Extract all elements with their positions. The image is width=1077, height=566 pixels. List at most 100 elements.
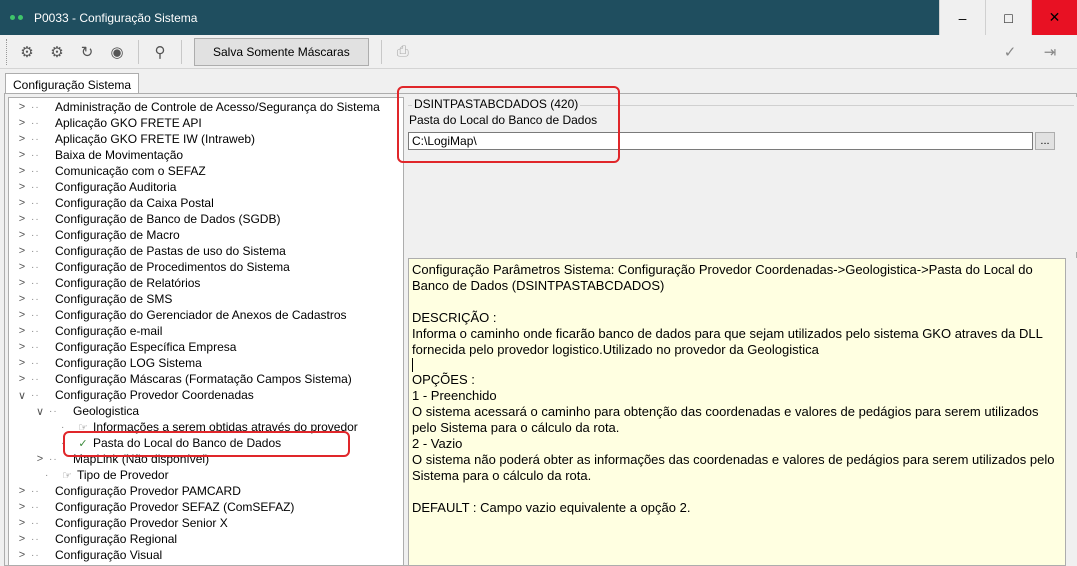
tree-connector: ·· bbox=[31, 309, 40, 321]
tree-connector: ·· bbox=[31, 229, 40, 241]
tab-configuracao-sistema[interactable]: Configuração Sistema bbox=[5, 73, 140, 95]
tree-item[interactable]: > ·· Configuração do Gerenciador de Anexos… bbox=[17, 307, 347, 323]
chevron-down-icon[interactable]: ∨ bbox=[35, 405, 45, 418]
exit-icon[interactable]: ⇥ bbox=[1038, 40, 1062, 64]
save-masks-button[interactable]: Salva Somente Máscaras bbox=[194, 37, 369, 66]
chevron-right-icon[interactable]: > bbox=[17, 181, 27, 193]
config-tree[interactable]: > ·· Administração de Controle de Acesso/S… bbox=[8, 97, 404, 566]
tree-item[interactable]: > ·· Baixa de Movimentação bbox=[17, 147, 183, 163]
gear-plus-icon[interactable]: ⚙ bbox=[15, 40, 39, 64]
chevron-right-icon[interactable]: > bbox=[17, 373, 27, 385]
tree-item[interactable]: > ·· Configuração da Caixa Postal bbox=[17, 195, 214, 211]
tree-item[interactable]: > ·· Configuração de Procedimentos do Sist… bbox=[17, 259, 290, 275]
refresh-icon[interactable]: ↻ bbox=[75, 40, 99, 64]
tree-item[interactable]: > ·· Configuração Específica Empresa bbox=[17, 339, 237, 355]
tree-item-label: Configuração Regional bbox=[55, 532, 178, 546]
tree-item-selected[interactable]: · ✓ Pasta do Local do Banco de Dados bbox=[61, 435, 282, 451]
maximize-icon: □ bbox=[1004, 9, 1013, 26]
chevron-right-icon[interactable]: > bbox=[17, 485, 27, 497]
description-path: Configuração Parâmetros Sistema: Configu… bbox=[412, 262, 1033, 293]
database-folder-input[interactable] bbox=[408, 132, 1033, 150]
chevron-right-icon[interactable]: > bbox=[35, 453, 45, 465]
chevron-right-icon[interactable]: > bbox=[17, 165, 27, 177]
chevron-right-icon[interactable]: > bbox=[17, 549, 27, 561]
tree-item[interactable]: > ·· Administração de Controle de Acesso/S… bbox=[17, 99, 380, 115]
tree-item[interactable]: > ·· Comunicação com o SEFAZ bbox=[17, 163, 206, 179]
toolbar-grip bbox=[6, 38, 12, 65]
tree-item-label: Configuração de Pastas de uso do Sistema bbox=[55, 244, 286, 258]
tree-item-expanded[interactable]: ∨ ·· Configuração Provedor Coordenadas bbox=[17, 387, 254, 403]
browse-button[interactable]: ... bbox=[1035, 132, 1055, 150]
chevron-right-icon[interactable]: > bbox=[17, 277, 27, 289]
tree-item-label: Configuração Máscaras (Formatação Campos… bbox=[55, 372, 352, 386]
print-icon[interactable]: ⎙ bbox=[391, 40, 415, 64]
close-button[interactable]: ✕ bbox=[1031, 0, 1077, 35]
tree-item[interactable]: > ·· Configuração Auditoria bbox=[17, 179, 177, 195]
tree-item-label: Baixa de Movimentação bbox=[55, 148, 184, 162]
tree-item-label: Configuração Provedor Coordenadas bbox=[55, 388, 254, 402]
chevron-right-icon[interactable]: > bbox=[17, 245, 27, 257]
search-record-icon[interactable]: ⚲ bbox=[148, 40, 172, 64]
tree-item[interactable]: · ☞ Tipo de Provedor bbox=[45, 467, 169, 483]
text-cursor bbox=[412, 358, 413, 372]
description-scrollbar[interactable] bbox=[1066, 258, 1077, 566]
tree-item-label: Configuração do Gerenciador de Anexos de… bbox=[55, 308, 347, 322]
minimize-button[interactable]: – bbox=[939, 0, 985, 35]
maximize-button[interactable]: □ bbox=[985, 0, 1031, 35]
chevron-right-icon[interactable]: > bbox=[17, 149, 27, 161]
tree-item-label: Configuração de Banco de Dados (SGDB) bbox=[55, 212, 281, 226]
tree-item[interactable]: > ·· Configuração de Relatórios bbox=[17, 275, 201, 291]
tab-strip: Configuração Sistema bbox=[0, 69, 1077, 95]
confirm-check-icon[interactable]: ✓ bbox=[998, 40, 1022, 64]
chevron-right-icon[interactable]: > bbox=[17, 261, 27, 273]
tree-item-expanded[interactable]: ∨ ·· Geologistica bbox=[35, 403, 139, 419]
gear-minus-icon[interactable]: ⚙ bbox=[45, 40, 69, 64]
chevron-right-icon[interactable]: > bbox=[17, 357, 27, 369]
tree-item[interactable]: > ·· Configuração Provedor PAMCARD bbox=[17, 483, 241, 499]
tree-item-label: Configuração e-mail bbox=[55, 324, 163, 338]
tree-item-label: Configuração da Caixa Postal bbox=[55, 196, 214, 210]
tree-item-label: Informações a serem obtidas através do p… bbox=[93, 420, 358, 434]
tree-item[interactable]: > ·· Configuração de SMS bbox=[17, 291, 173, 307]
option-2-text: O sistema não poderá obter as informaçõe… bbox=[412, 452, 1055, 483]
tree-connector: · bbox=[61, 437, 66, 449]
tree-item-label: Aplicação GKO FRETE API bbox=[55, 116, 202, 130]
tree-item[interactable]: > ·· Configuração Visual bbox=[17, 547, 162, 563]
binoculars-icon[interactable]: ◉ bbox=[105, 40, 129, 64]
tree-connector: ·· bbox=[31, 245, 40, 257]
tree-item[interactable]: > ·· Configuração Regional bbox=[17, 531, 177, 547]
chevron-right-icon[interactable]: > bbox=[17, 293, 27, 305]
chevron-right-icon[interactable]: > bbox=[17, 117, 27, 129]
tree-item[interactable]: > ·· Configuração de Banco de Dados (SGDB) bbox=[17, 211, 281, 227]
chevron-right-icon[interactable]: > bbox=[17, 517, 27, 529]
check-icon: ✓ bbox=[78, 437, 88, 450]
tree-item[interactable]: > ·· Aplicação GKO FRETE API bbox=[17, 115, 202, 131]
tree-item[interactable]: > ·· Configuração de Pastas de uso do Sist… bbox=[17, 243, 286, 259]
tree-connector: ·· bbox=[31, 165, 40, 177]
chevron-right-icon[interactable]: > bbox=[17, 213, 27, 225]
tree-item[interactable]: > ·· Configuração Provedor Senior X bbox=[17, 515, 228, 531]
tree-item[interactable]: > ·· Configuração LOG Sistema bbox=[17, 355, 202, 371]
chevron-right-icon[interactable]: > bbox=[17, 325, 27, 337]
chevron-right-icon[interactable]: > bbox=[17, 229, 27, 241]
tree-connector: ·· bbox=[31, 485, 40, 497]
chevron-right-icon[interactable]: > bbox=[17, 309, 27, 321]
chevron-down-icon[interactable]: ∨ bbox=[17, 389, 27, 402]
tree-item[interactable]: > ·· Configuração de Macro bbox=[17, 227, 180, 243]
tree-item-label: Comunicação com o SEFAZ bbox=[55, 164, 206, 178]
tree-item[interactable]: · ☞ Informações a serem obtidas através do… bbox=[61, 419, 358, 435]
chevron-right-icon[interactable]: > bbox=[17, 133, 27, 145]
tree-item[interactable]: > ·· Configuração Máscaras (Formatação Cam… bbox=[17, 371, 352, 387]
chevron-right-icon[interactable]: > bbox=[17, 533, 27, 545]
tree-item[interactable]: > ·· MapLink (Não disponível) bbox=[35, 451, 209, 467]
field-label: Pasta do Local do Banco de Dados bbox=[409, 113, 598, 127]
chevron-right-icon[interactable]: > bbox=[17, 197, 27, 209]
title-bar: P0033 - Configuração Sistema – □ ✕ bbox=[0, 0, 1077, 35]
tree-item[interactable]: > ·· Configuração e-mail bbox=[17, 323, 163, 339]
chevron-right-icon[interactable]: > bbox=[17, 341, 27, 353]
chevron-right-icon[interactable]: > bbox=[17, 101, 27, 113]
tree-item-label: Configuração de Relatórios bbox=[55, 276, 201, 290]
tree-item[interactable]: > ·· Configuração Provedor SEFAZ (ComSEFAZ… bbox=[17, 499, 295, 515]
tree-item[interactable]: > ·· Aplicação GKO FRETE IW (Intraweb) bbox=[17, 131, 255, 147]
chevron-right-icon[interactable]: > bbox=[17, 501, 27, 513]
